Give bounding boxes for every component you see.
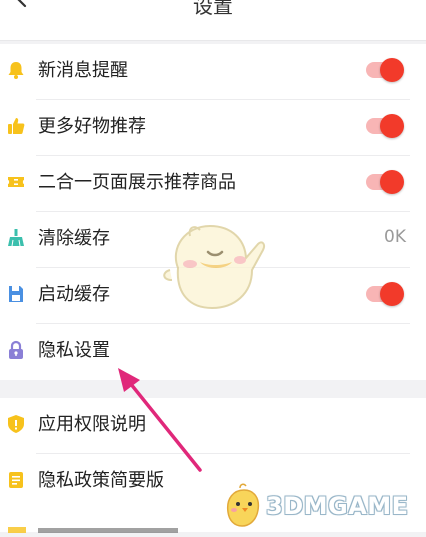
site-watermark: 3DMGAME [220, 482, 420, 528]
annotation-arrow-icon [118, 368, 202, 472]
watermark-text: 3DMGAME [266, 492, 409, 520]
chick-logo-icon [226, 483, 260, 527]
